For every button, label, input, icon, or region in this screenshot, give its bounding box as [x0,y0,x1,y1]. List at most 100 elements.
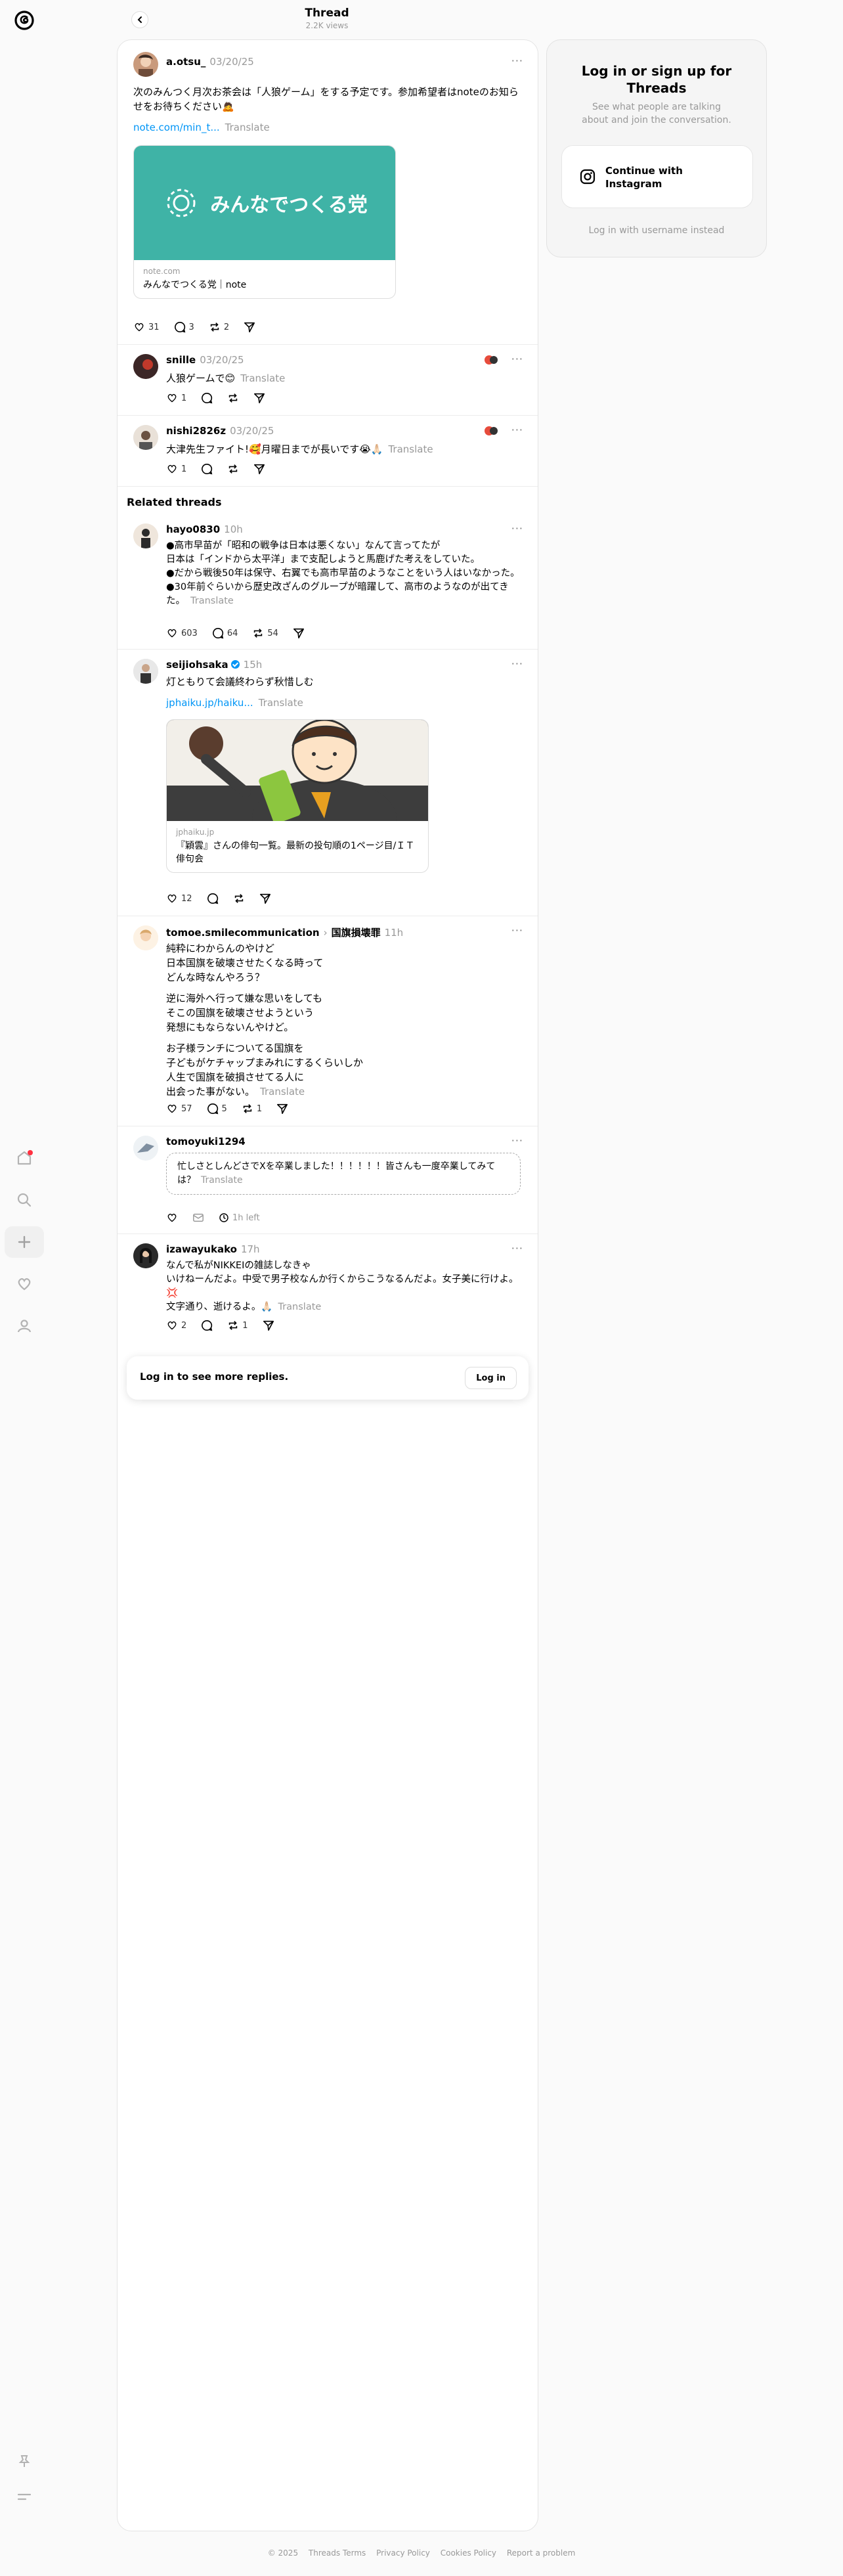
like-button[interactable] [166,1212,178,1224]
footer-link-terms[interactable]: Threads Terms [309,2548,366,2558]
profile-icon[interactable] [0,1308,49,1344]
reply-button[interactable] [201,392,213,404]
more-icon[interactable]: ··· [511,924,523,937]
heart-icon [167,629,177,638]
share-button[interactable] [244,321,255,333]
username[interactable]: a.otsu_ [166,56,205,68]
link-preview-card[interactable]: jphaiku.jp 『穎雲』さんの俳句一覧。最新の投句順の1ページ目/ＩＴ俳句… [166,719,429,873]
pin-icon[interactable] [0,2443,49,2479]
share-button[interactable] [253,463,265,475]
avatar[interactable] [133,52,158,77]
more-icon[interactable]: ··· [511,522,523,535]
avatar[interactable] [133,925,158,950]
translate-link[interactable]: Translate [260,1086,305,1098]
like-button[interactable]: 1 [166,392,186,404]
post-time: 11h [384,927,404,939]
threads-logo-icon[interactable] [13,9,35,32]
login-panel: Log in or sign up for Threads See what p… [546,39,767,257]
post-link[interactable]: jphaiku.jp/haiku... [166,697,253,709]
plus-icon [5,1226,44,1258]
reply-button[interactable] [201,1320,213,1331]
more-icon[interactable]: ··· [511,657,523,670]
link-preview-card[interactable]: みんなでつくる党 note.com みんなでつくる党｜note [133,145,396,299]
translate-link[interactable]: Translate [388,443,433,455]
more-icon[interactable]: ··· [511,424,523,436]
like-button[interactable]: 1 [166,463,186,475]
like-button[interactable]: 603 [166,627,198,639]
like-button[interactable]: 31 [133,321,160,333]
username[interactable]: izawayukako [166,1243,237,1255]
post-text: 灯ともりて会議終わらず秋惜しむ [166,676,314,688]
poll-box[interactable]: 忙しさとしんどさでXを卒業しました！！！！！！皆さんも一度卒業してみては？ Tra… [166,1153,521,1195]
repost-button[interactable] [233,893,245,904]
translate-link[interactable]: Translate [240,372,285,384]
repost-button[interactable]: 1 [227,1320,248,1331]
username[interactable]: hayo0830 [166,523,220,535]
reply-button[interactable]: 64 [212,627,238,639]
post-line: 逆に海外へ行って嫌な思いをしても [166,992,323,1004]
username[interactable]: snille [166,354,196,366]
like-button[interactable]: 57 [166,1103,192,1115]
login-prompt-bar: Log in to see more replies. Log in [127,1356,529,1400]
clock-icon [219,1213,228,1222]
heart-icon[interactable] [0,1266,49,1302]
translate-link[interactable]: Translate [225,122,270,133]
reply-button[interactable]: 3 [174,321,194,333]
avatar[interactable] [133,1243,158,1268]
like-button[interactable]: 12 [166,893,192,904]
continue-with-instagram-button[interactable]: Continue with Instagram [561,145,753,208]
avatar[interactable] [133,354,158,379]
translate-link[interactable]: Translate [278,1302,321,1312]
reply-button[interactable]: 5 [207,1103,227,1115]
like-count: 603 [181,628,198,638]
username[interactable]: tomoyuki1294 [166,1136,246,1147]
like-button[interactable]: 2 [166,1320,186,1331]
avatar[interactable] [133,1136,158,1161]
footer-link-report[interactable]: Report a problem [507,2548,575,2558]
share-button[interactable] [259,893,271,904]
username[interactable]: nishi2826z [166,425,226,437]
share-button[interactable] [293,627,305,639]
post-line: 文字通り、逝けるよ。🙏🏻 [166,1302,273,1312]
repost-count: 54 [267,628,278,638]
avatar[interactable] [133,659,158,684]
post-line: 発想にもならないんやけど。 [166,1021,294,1033]
mail-button[interactable] [192,1212,204,1224]
reply-button[interactable] [207,893,219,904]
login-button[interactable]: Log in [465,1367,517,1389]
more-icon[interactable]: ··· [511,353,523,365]
send-icon [277,1103,288,1115]
page-title: Thread [305,7,349,20]
repost-button[interactable]: 54 [252,627,278,639]
share-button[interactable] [253,392,265,404]
topic-tag[interactable]: 国旗損壊罪 [332,927,381,939]
share-button[interactable] [276,1103,288,1115]
repost-icon [234,894,243,903]
repost-button[interactable]: 2 [209,321,229,333]
avatar[interactable] [133,425,158,450]
repost-button[interactable]: 1 [242,1103,262,1115]
translate-link[interactable]: Translate [190,596,234,606]
avatar[interactable] [133,523,158,548]
more-icon[interactable]: ··· [511,1134,523,1147]
repost-button[interactable] [227,392,239,404]
post-link[interactable]: note.com/min_t... [133,122,220,133]
reply-button[interactable] [201,463,213,475]
footer-link-privacy[interactable]: Privacy Policy [376,2548,430,2558]
menu-icon[interactable] [0,2479,49,2514]
username-login-link[interactable]: Log in with username instead [547,225,766,236]
left-rail [0,0,49,2576]
search-icon[interactable] [0,1182,49,1218]
repost-button[interactable] [227,463,239,475]
footer-link-cookies[interactable]: Cookies Policy [441,2548,496,2558]
translate-link[interactable]: Translate [201,1175,243,1186]
more-icon[interactable]: ··· [511,1242,523,1255]
home-icon[interactable] [0,1140,49,1176]
username[interactable]: seijiohsaka [166,659,228,671]
share-button[interactable] [263,1320,274,1331]
heart-icon [167,1213,177,1222]
create-button[interactable] [0,1224,49,1260]
translate-link[interactable]: Translate [259,697,303,709]
username[interactable]: tomoe.smilecommunication [166,927,320,939]
more-icon[interactable]: ··· [511,55,523,67]
